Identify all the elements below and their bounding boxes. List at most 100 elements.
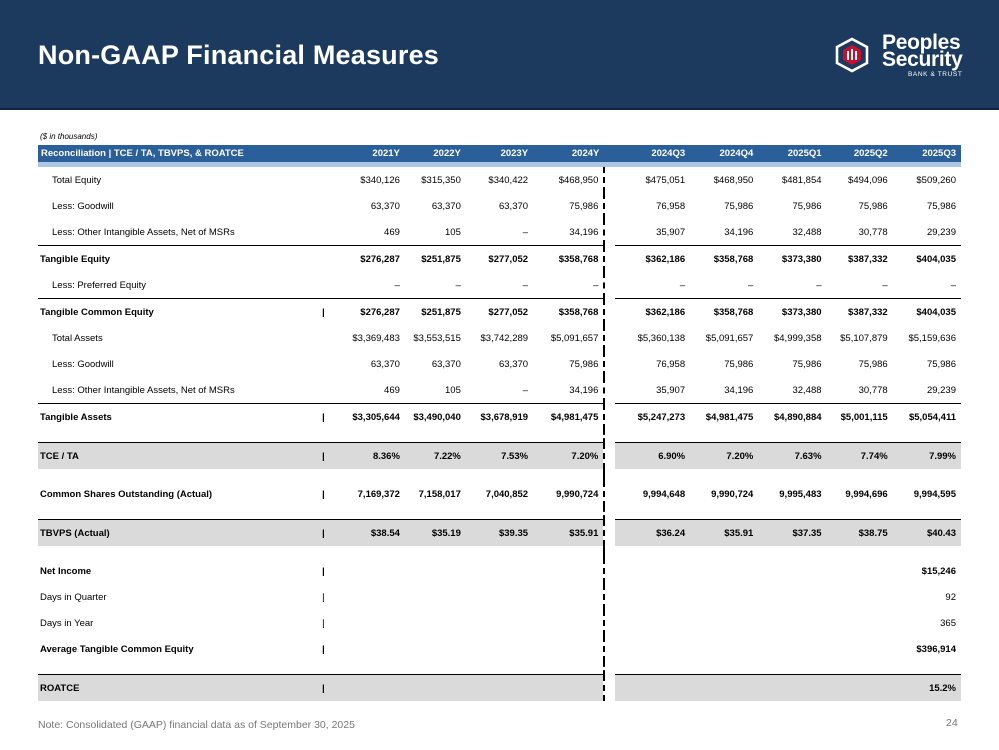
cell-value: $36.24	[614, 519, 691, 546]
row-label: Less: Other Intangible Assets, Net of MS…	[52, 384, 235, 396]
cell-value: $40.43	[892, 519, 961, 546]
cell-value: $3,742,289	[480, 332, 529, 344]
cell-value: 75,986	[858, 358, 888, 370]
cell-value: 63,370	[498, 200, 529, 212]
cell-value: 76,958	[656, 200, 686, 212]
cell-value: $340,422	[488, 174, 529, 186]
cell-value: 7,158,017	[418, 488, 461, 500]
cell-value: $5,091,657	[705, 332, 754, 344]
cell-value: 7.22%	[404, 442, 466, 469]
row-label: Tangible Equity	[38, 245, 323, 272]
cell-value: $38.75	[826, 519, 893, 546]
cell-value: –	[679, 279, 686, 291]
cell-value: –	[816, 279, 822, 291]
shield-logo-icon	[835, 37, 869, 73]
cell-value: $15,246	[921, 565, 956, 577]
cell-value: –	[522, 279, 529, 291]
table-row: Days in Quarter [G] 92	[38, 584, 961, 610]
cell-value: $315,350	[421, 174, 461, 186]
table-row: Less: Other Intangible Assets, Net of MS…	[38, 377, 961, 404]
cell-value: 32,488	[792, 384, 822, 396]
cell-value: –	[394, 279, 400, 291]
row-spacer	[38, 662, 961, 675]
cell-value: $3,369,483	[352, 332, 400, 344]
cell-value: $4,890,884	[758, 403, 827, 430]
cell-value: 7,169,372	[357, 488, 400, 500]
row-spacer	[38, 469, 961, 481]
cell-value: $358,768	[690, 298, 759, 325]
cell-value: 9,990,724	[556, 488, 599, 500]
row-label: Average Tangible Common Equity	[40, 643, 194, 655]
row-spacer	[38, 507, 961, 520]
cell-value: –	[593, 279, 599, 291]
cell-value: $340,126	[360, 174, 400, 186]
cell-value: $251,875	[404, 245, 466, 272]
table-row: Total Equity $340,126 $315,350 $340,422 …	[38, 167, 961, 193]
cell-value: $373,380	[758, 245, 827, 272]
cell-value: $404,035	[892, 245, 961, 272]
cell-value: $3,678,919	[465, 403, 534, 430]
cell-value: 9,990,724	[711, 488, 754, 500]
cell-value: $4,981,475	[690, 403, 759, 430]
cell-value: $387,332	[826, 245, 893, 272]
cell-value: –	[882, 279, 888, 291]
cell-value: 75,986	[792, 200, 822, 212]
cell-value: –	[455, 279, 461, 291]
cell-value: $358,768	[533, 298, 605, 325]
cell-value: 29,239	[926, 384, 956, 396]
column-header: 2024Q3	[614, 145, 691, 162]
footnote: Note: Consolidated (GAAP) financial data…	[38, 719, 355, 731]
cell-value: $362,186	[614, 245, 691, 272]
table-row: Average Tangible Common Equity [I] $396,…	[38, 636, 961, 662]
table-row: Net Income [F] $15,246	[38, 558, 961, 584]
cell-value: $509,260	[916, 174, 956, 186]
cell-value: 75,986	[858, 200, 888, 212]
row-label: Tangible Common Equity	[38, 298, 323, 325]
row-label: ROATCE	[38, 674, 323, 701]
row-label: TBVPS (Actual)	[38, 519, 323, 546]
cell-value: $3,305,644	[324, 403, 405, 430]
cell-value: 9,994,696	[845, 488, 888, 500]
cell-value: $475,051	[645, 174, 686, 186]
cell-value: 469	[384, 226, 400, 238]
cell-value: $39.35	[465, 519, 534, 546]
cell-value: 7.63%	[758, 442, 827, 469]
table-row: Total Assets $3,369,483 $3,553,515 $3,74…	[38, 325, 961, 351]
cell-value: $251,875	[404, 298, 466, 325]
row-label: Total Assets	[52, 332, 103, 344]
table-header-label: Reconciliation | TCE / TA, TBVPS, & ROAT…	[38, 145, 323, 162]
cell-value: $277,052	[465, 298, 534, 325]
cell-value: $3,553,515	[413, 332, 461, 344]
cell-value: –	[522, 384, 529, 396]
cell-value: 9,994,648	[642, 488, 686, 500]
row-label: Total Equity	[52, 174, 102, 186]
cell-value: 6.90%	[614, 442, 691, 469]
cell-value: $387,332	[826, 298, 893, 325]
table-row: Less: Other Intangible Assets, Net of MS…	[38, 219, 961, 246]
table-row: Tangible Equity $276,287 $251,875 $277,0…	[38, 245, 961, 272]
slide-header: Non-GAAP Financial Measures Peoples Secu…	[0, 0, 999, 110]
cell-value: $4,981,475	[533, 403, 605, 430]
table-row: TCE / TA [C] = [A] / [B] 8.36% 7.22% 7.5…	[38, 442, 961, 469]
cell-value: $468,950	[558, 174, 599, 186]
cell-value: 34,196	[569, 226, 599, 238]
cell-value: 9,995,483	[779, 488, 822, 500]
cell-value: 8.36%	[324, 442, 405, 469]
cell-value: 30,778	[858, 226, 888, 238]
cell-value: 29,239	[926, 226, 956, 238]
row-label: TCE / TA	[38, 442, 323, 469]
table-row: Less: Goodwill 63,370 63,370 63,370 75,9…	[38, 193, 961, 219]
cell-value: 469	[384, 384, 400, 396]
cell-value: 75,986	[724, 358, 754, 370]
cell-value: $35.91	[690, 519, 759, 546]
cell-value: 30,778	[858, 384, 888, 396]
cell-value: 7.53%	[465, 442, 534, 469]
cell-value: 63,370	[370, 358, 400, 370]
cell-value: 75,986	[926, 200, 956, 212]
table-row: Tangible Common Equity [A] $276,287 $251…	[38, 298, 961, 325]
logo-subtitle: BANK & TRUST	[908, 71, 963, 78]
cell-value: 7.20%	[690, 442, 759, 469]
cell-value: 75,986	[569, 358, 599, 370]
units-note: ($ in thousands)	[40, 132, 98, 141]
table-row: Common Shares Outstanding (Actual) [D] 7…	[38, 481, 961, 507]
